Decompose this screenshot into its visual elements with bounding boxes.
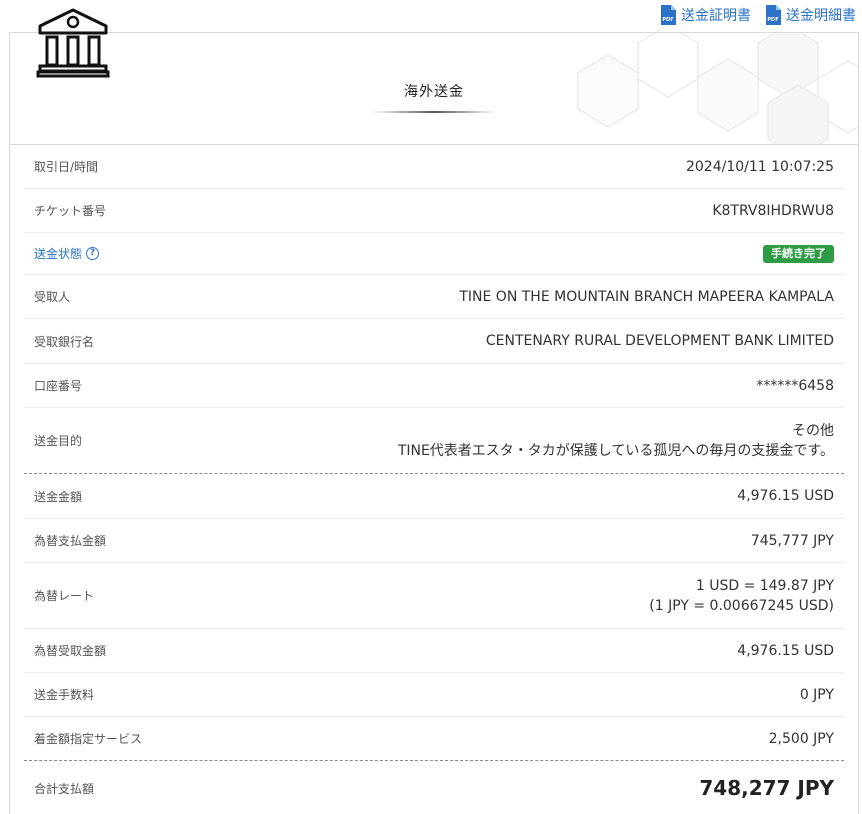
purpose-line-1: その他 [792,422,834,439]
status-label[interactable]: 送金状態 ? [34,245,100,262]
statement-pdf-label: 送金明細書 [786,8,856,24]
page-title: 海外送金 [404,84,464,100]
help-circle-icon[interactable]: ? [86,247,100,260]
service-value: 2,500 JPY [768,730,834,747]
recipient-label: 受取人 [34,290,71,304]
purpose-label: 送金目的 [34,434,83,448]
fx-payment-label: 為替支払金額 [34,534,107,548]
fx-rate-line-2: (1 JPY = 0.00667245 USD) [649,597,834,614]
certificate-pdf-label: 送金証明書 [681,8,751,24]
row-status: 送金状態 ? 手続き完了 [24,233,844,275]
row-ticket: チケット番号 K8TRV8IHDRWU8 [24,189,844,233]
account-value: ******6458 [756,377,834,394]
purpose-line-2: TINE代表者エスタ・タカが保護している孤児への毎月の支援金です。 [397,442,834,459]
transfer-detail-card: 海外送金 取引日/時間 2024/10/11 10:07:25 チケット番号 K… [9,32,859,814]
fx-payment-value: 745,777 JPY [750,532,834,549]
header-title-wrap: 海外送金 [10,81,858,113]
row-bank: 受取銀行名 CENTENARY RURAL DEVELOPMENT BANK L… [24,319,844,364]
fee-value: 0 JPY [799,686,834,703]
svg-text:PDF: PDF [662,17,673,23]
fx-receive-label: 為替受取金額 [34,644,107,658]
row-service: 着金額指定サービス 2,500 JPY [24,717,844,761]
pdf-links: PDF 送金証明書 PDF 送金明細書 [660,5,856,25]
fee-label: 送金手数料 [34,688,95,702]
service-label: 着金額指定サービス [34,732,143,746]
pdf-icon: PDF [766,5,781,25]
datetime-value: 2024/10/11 10:07:25 [685,158,834,175]
title-underline [372,111,496,113]
row-datetime: 取引日/時間 2024/10/11 10:07:25 [24,145,844,189]
bank-label: 受取銀行名 [34,334,95,349]
fx-rate-label: 為替レート [34,589,95,603]
fx-rate-line-1: 1 USD = 149.87 JPY [695,577,834,594]
send-amount-value: 4,976.15 USD [737,488,834,504]
certificate-pdf-link[interactable]: PDF 送金証明書 [660,5,751,25]
statement-pdf-link[interactable]: PDF 送金明細書 [765,5,856,25]
account-label: 口座番号 [34,379,83,393]
row-fx-rate: 為替レート 1 USD = 149.87 JPY (1 JPY = 0.0066… [24,563,844,629]
row-send-amount: 送金金額 4,976.15 USD [24,474,844,519]
row-recipient: 受取人 TINE ON THE MOUNTAIN BRANCH MAPEERA … [24,275,844,319]
row-total: 合計支払額 748,277 JPY [24,761,844,814]
detail-rows: 取引日/時間 2024/10/11 10:07:25 チケット番号 K8TRV8… [10,145,858,814]
pdf-icon: PDF [661,5,676,25]
purpose-value: その他 TINE代表者エスタ・タカが保護している孤児への毎月の支援金です。 [398,421,834,461]
bank-value: CENTENARY RURAL DEVELOPMENT BANK LIMITED [485,333,834,349]
row-fx-receive: 為替受取金額 4,976.15 USD [24,629,844,673]
fx-rate-value: 1 USD = 149.87 JPY (1 JPY = 0.00667245 U… [649,576,834,616]
total-label: 合計支払額 [34,781,95,796]
datetime-label: 取引日/時間 [34,160,99,174]
recipient-value: TINE ON THE MOUNTAIN BRANCH MAPEERA KAMP… [459,288,834,305]
card-header: 海外送金 [10,33,858,145]
svg-text:PDF: PDF [767,17,778,23]
status-badge: 手続き完了 [763,244,834,263]
row-account: 口座番号 ******6458 [24,364,844,408]
row-fee: 送金手数料 0 JPY [24,673,844,717]
row-purpose: 送金目的 その他 TINE代表者エスタ・タカが保護している孤児への毎月の支援金で… [24,408,844,474]
fx-receive-value: 4,976.15 USD [737,642,834,659]
status-label-text: 送金状態 [34,247,83,261]
row-fx-payment: 為替支払金額 745,777 JPY [24,519,844,563]
total-value: 748,277 JPY [699,776,834,800]
send-amount-label: 送金金額 [34,489,83,504]
ticket-value: K8TRV8IHDRWU8 [712,202,834,219]
bank-icon [36,8,110,78]
ticket-label: チケット番号 [34,204,107,218]
